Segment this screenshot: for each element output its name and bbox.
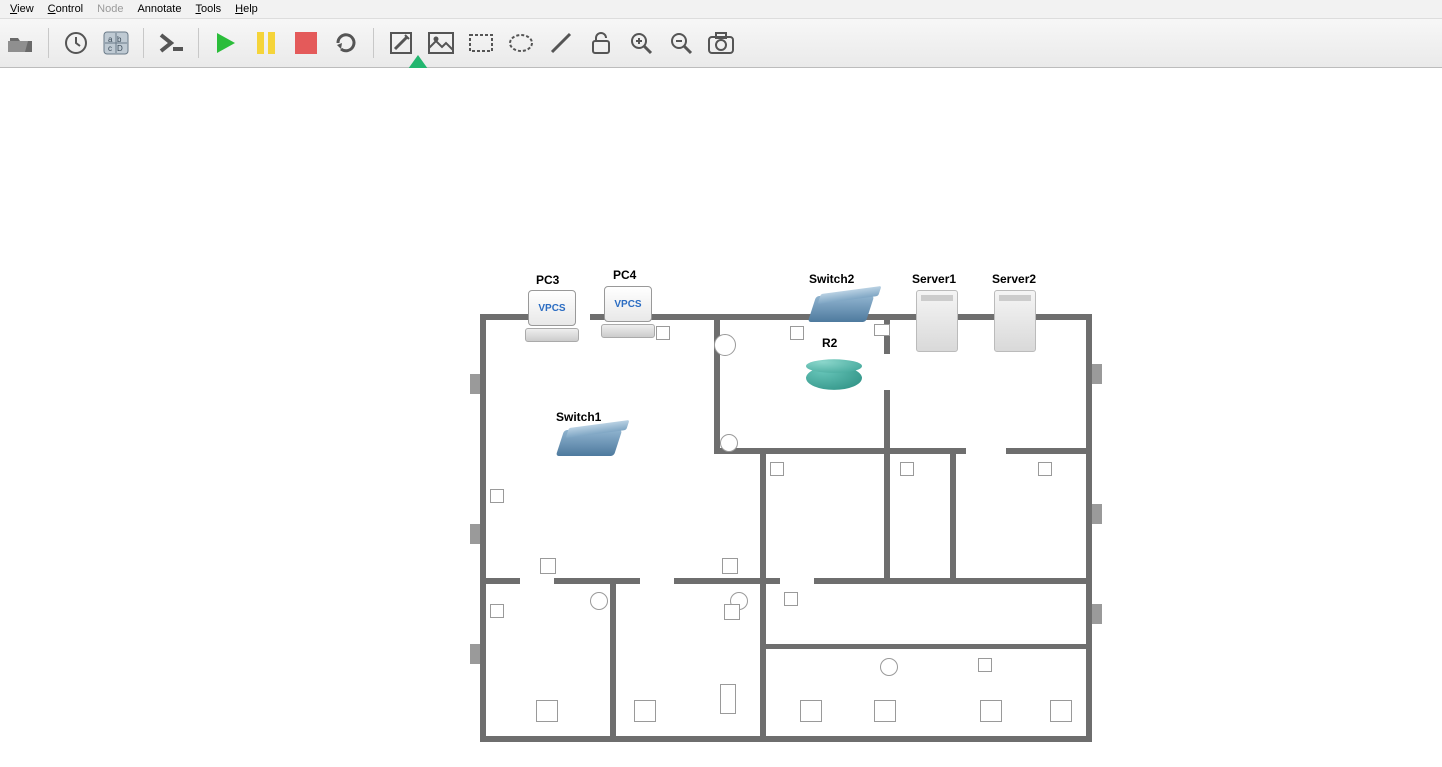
separator (373, 28, 374, 58)
switch2-label: Switch2 (809, 272, 854, 286)
add-note-button[interactable] (386, 28, 416, 58)
clock-button[interactable] (61, 28, 91, 58)
switch1-label: Switch1 (556, 410, 601, 424)
zoom-out-button[interactable] (666, 28, 696, 58)
draw-rectangle-button[interactable] (466, 28, 496, 58)
open-project-button[interactable] (6, 28, 36, 58)
pc4-label: PC4 (613, 268, 636, 282)
menu-annotate[interactable]: Annotate (133, 3, 185, 15)
r2-node[interactable] (806, 366, 862, 390)
menu-node[interactable]: Node (93, 3, 127, 15)
svg-text:D: D (117, 44, 123, 53)
floorplan-background (480, 314, 1092, 742)
pc4-node[interactable]: VPCS (600, 286, 656, 338)
switch1-node[interactable] (556, 430, 622, 456)
server1-label: Server1 (912, 272, 956, 286)
pc3-badge: VPCS (538, 303, 565, 314)
menu-control[interactable]: Control (44, 3, 87, 15)
separator (198, 28, 199, 58)
insert-picture-button[interactable] (426, 28, 456, 58)
menubar: View Control Node Annotate Tools Help (0, 0, 1442, 19)
svg-text:c: c (108, 44, 112, 53)
menu-tools[interactable]: Tools (191, 3, 225, 15)
workspace-canvas[interactable]: PC3 PC4 Switch1 Switch2 R2 Server1 Serve… (0, 68, 1442, 767)
server1-node[interactable] (916, 290, 958, 352)
separator (48, 28, 49, 58)
lock-button[interactable] (586, 28, 616, 58)
screenshot-button[interactable] (706, 28, 736, 58)
separator (143, 28, 144, 58)
start-all-button[interactable] (211, 28, 241, 58)
switch2-node[interactable] (808, 296, 874, 322)
zoom-in-button[interactable] (626, 28, 656, 58)
server2-label: Server2 (992, 272, 1036, 286)
menu-help[interactable]: Help (231, 3, 262, 15)
server2-node[interactable] (994, 290, 1036, 352)
r2-label: R2 (822, 336, 837, 350)
suspend-all-button[interactable] (251, 28, 281, 58)
draw-ellipse-button[interactable] (506, 28, 536, 58)
menu-view[interactable]: View (6, 3, 38, 15)
draw-line-button[interactable] (546, 28, 576, 58)
pc4-badge: VPCS (614, 299, 641, 310)
reload-all-button[interactable] (331, 28, 361, 58)
pc3-label: PC3 (536, 273, 559, 287)
stop-all-button[interactable] (291, 28, 321, 58)
toolbar: abcD (0, 19, 1442, 68)
pc3-node[interactable]: VPCS (524, 290, 580, 342)
console-button[interactable] (156, 28, 186, 58)
manage-snapshots-button[interactable]: abcD (101, 28, 131, 58)
